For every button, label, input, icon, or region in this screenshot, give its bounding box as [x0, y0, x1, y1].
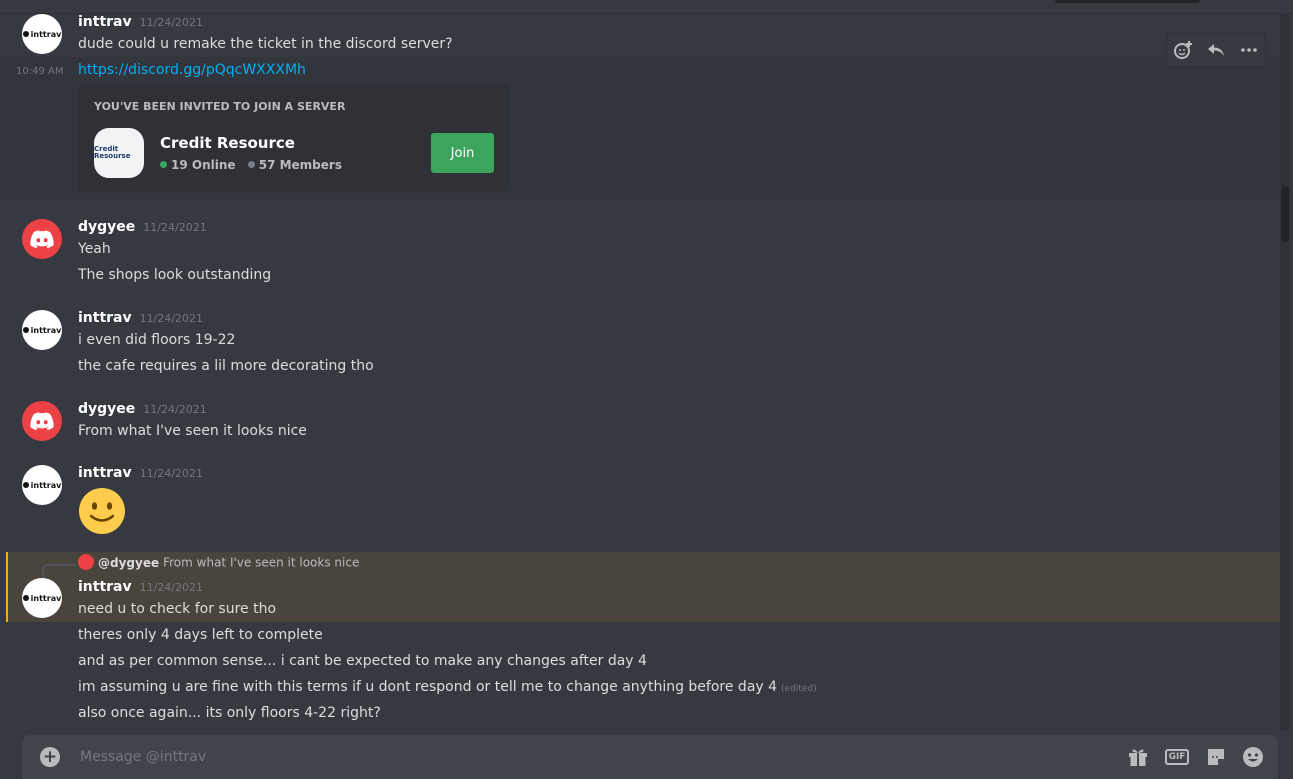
message-text: also once again... its only floors 4-22 … — [78, 705, 381, 721]
message-text: and as per common sense... i cant be exp… — [78, 653, 647, 669]
avatar[interactable]: inttrav — [22, 578, 62, 618]
discord-logo-icon — [30, 230, 54, 248]
search-bar-edge[interactable] — [1055, 0, 1200, 3]
add-reaction-icon[interactable] — [1171, 38, 1195, 62]
avatar[interactable]: inttrav — [22, 14, 62, 54]
online-dot-icon — [160, 161, 167, 168]
members-dot-icon — [247, 161, 255, 168]
message-text: Yeah — [78, 241, 111, 257]
avatar[interactable] — [22, 219, 62, 259]
gif-icon[interactable]: GIF — [1164, 745, 1190, 769]
message-author[interactable]: inttrav 11/24/2021 — [78, 14, 203, 30]
side-timestamp: 10:49 AM — [16, 66, 64, 77]
message-timestamp: 11/24/2021 — [139, 581, 204, 594]
invite-link[interactable]: https://discord.gg/pQqcWXXXMh — [78, 62, 306, 78]
message-timestamp: 11/24/2021 — [143, 221, 207, 234]
message-timestamp: 11/24/2021 — [139, 312, 204, 325]
reply-author: @dygyee — [98, 555, 160, 570]
server-invite-card: YOU'VE BEEN INVITED TO JOIN A SERVER Cre… — [78, 84, 509, 192]
message-author[interactable]: inttrav 11/24/2021 — [78, 310, 203, 326]
edited-label: (edited) — [781, 684, 817, 694]
avatar-label: inttrav — [22, 481, 61, 490]
more-icon[interactable] — [1237, 38, 1261, 62]
scrollbar-thumb[interactable] — [1281, 186, 1289, 242]
message-text: dude could u remake the ticket in the di… — [78, 36, 453, 52]
avatar-label: inttrav — [22, 30, 61, 39]
message-text: im assuming u are fine with this terms i… — [78, 679, 817, 695]
reply-preview[interactable]: @dygyee From what I've seen it looks nice — [78, 554, 360, 571]
slightly-smiling-face-icon[interactable] — [78, 487, 126, 535]
message-author[interactable]: inttrav 11/24/2021 — [78, 579, 203, 595]
message-toolbar — [1166, 33, 1266, 67]
gift-icon[interactable] — [1126, 745, 1150, 769]
top-edge — [0, 0, 1293, 14]
message-input[interactable] — [78, 743, 1082, 771]
join-button[interactable]: Join — [431, 133, 494, 173]
sticker-icon[interactable] — [1204, 745, 1228, 769]
scrollbar-track[interactable] — [1280, 13, 1290, 731]
avatar-label: inttrav — [22, 594, 61, 603]
reply-avatar-icon — [78, 554, 94, 570]
server-icon[interactable]: Credit Resourse — [94, 128, 144, 178]
invite-header: YOU'VE BEEN INVITED TO JOIN A SERVER — [94, 100, 346, 113]
message-text: From what I've seen it looks nice — [78, 423, 307, 439]
avatar[interactable]: inttrav — [22, 310, 62, 350]
reply-text: From what I've seen it looks nice — [163, 555, 360, 570]
message-text: need u to check for sure tho — [78, 601, 277, 617]
server-name[interactable]: Credit Resource — [160, 134, 295, 152]
emoji-picker-icon[interactable] — [1241, 745, 1265, 769]
avatar-label: inttrav — [22, 326, 61, 335]
reply-connector — [42, 564, 76, 578]
server-stats: 19 Online 57 Members — [160, 158, 342, 172]
avatar[interactable] — [22, 401, 62, 441]
message-text: i even did floors 19-22 — [78, 332, 236, 348]
message-timestamp: 11/24/2021 — [139, 16, 204, 29]
discord-logo-icon — [30, 412, 54, 430]
online-count: 19 Online — [171, 158, 236, 172]
member-count: 57 Members — [258, 158, 342, 172]
message-author[interactable]: inttrav 11/24/2021 — [78, 465, 203, 481]
message-text: The shops look outstanding — [78, 267, 272, 283]
message-text: theres only 4 days left to complete — [78, 627, 323, 643]
upload-plus-icon[interactable]: + — [40, 747, 60, 767]
reply-icon[interactable] — [1204, 38, 1228, 62]
message-timestamp: 11/24/2021 — [143, 403, 207, 416]
message-text: the cafe requires a lil more decorating … — [78, 358, 374, 374]
chat-messages: inttrav inttrav 11/24/2021 dude could u r… — [0, 13, 1280, 735]
message-author[interactable]: dygyee 11/24/2021 — [78, 401, 207, 417]
message-composer: + GIF — [22, 735, 1278, 779]
message-timestamp: 11/24/2021 — [139, 467, 204, 480]
message-author[interactable]: dygyee 11/24/2021 — [78, 219, 207, 235]
avatar[interactable]: inttrav — [22, 465, 62, 505]
